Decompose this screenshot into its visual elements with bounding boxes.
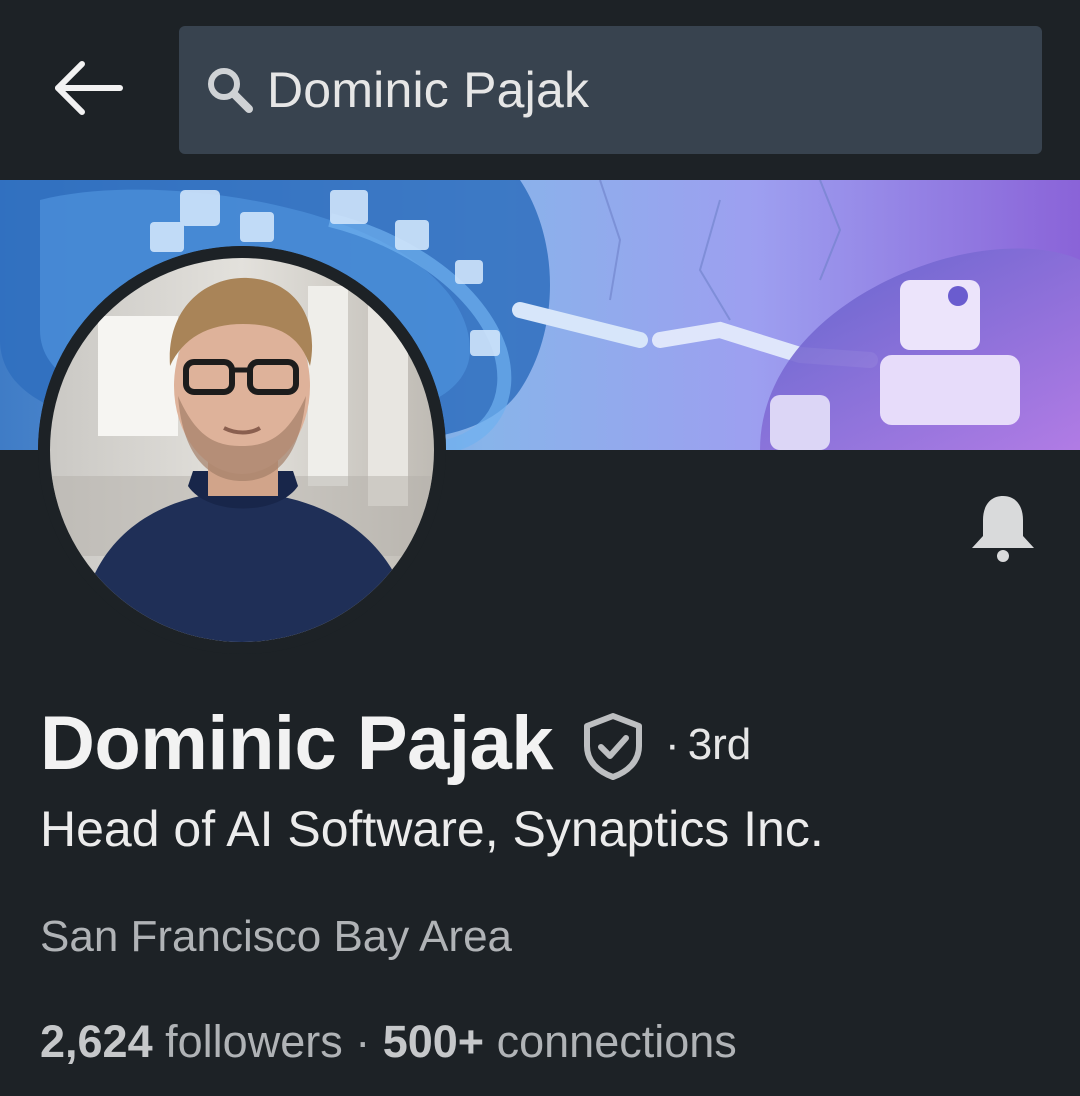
followers-label: followers	[165, 1016, 343, 1067]
search-input[interactable]: Dominic Pajak	[179, 26, 1042, 154]
profile-headline: Head of AI Software, Synaptics Inc.	[40, 801, 824, 857]
profile-name-row: Dominic Pajak · 3rd	[40, 698, 751, 788]
connection-degree-text: 3rd	[687, 720, 752, 769]
connection-degree: · 3rd	[665, 720, 752, 769]
followers-link[interactable]: 2,624 followers	[40, 1016, 343, 1067]
followers-count: 2,624	[40, 1016, 153, 1067]
top-app-bar: Dominic Pajak	[0, 0, 1080, 180]
bell-icon	[966, 496, 1040, 568]
profile-location: San Francisco Bay Area	[40, 912, 513, 961]
search-query-text: Dominic Pajak	[267, 62, 590, 118]
search-icon	[205, 64, 257, 116]
connections-link[interactable]: 500+ connections	[383, 1016, 737, 1067]
profile-name: Dominic Pajak	[40, 700, 554, 786]
verified-shield-icon[interactable]	[581, 712, 645, 780]
back-button[interactable]	[44, 52, 132, 128]
profile-stats: 2,624 followers · 500+ connections	[40, 1016, 737, 1067]
notification-bell-button[interactable]	[966, 492, 1040, 564]
profile-photo[interactable]	[38, 246, 446, 654]
arrow-left-icon	[52, 58, 124, 123]
connections-label: connections	[496, 1016, 737, 1067]
connections-count: 500+	[382, 1016, 485, 1067]
